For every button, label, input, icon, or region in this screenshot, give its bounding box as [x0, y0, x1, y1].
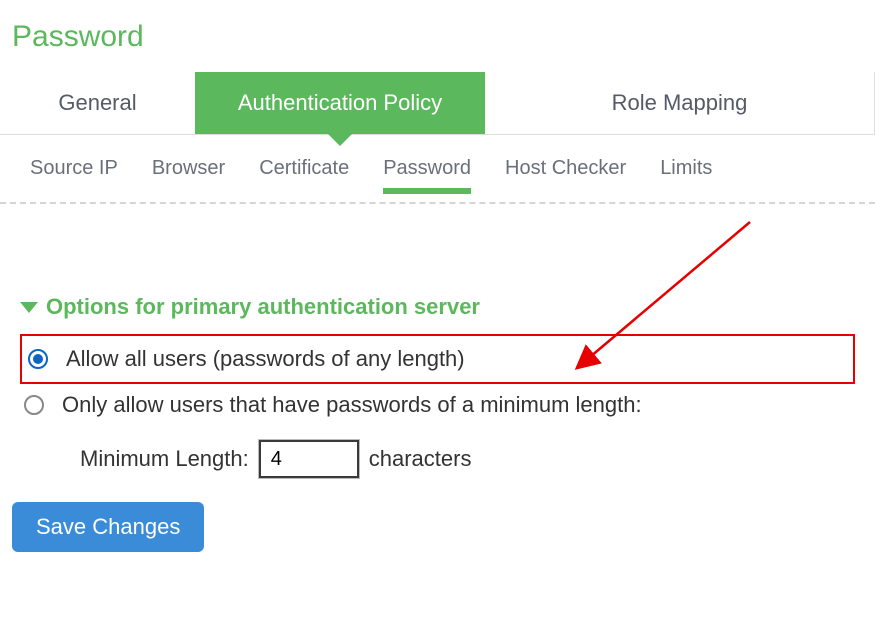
page-title: Password: [0, 0, 875, 72]
radio-min-length[interactable]: Only allow users that have passwords of …: [20, 384, 855, 426]
tab-general[interactable]: General: [0, 72, 195, 134]
min-length-suffix: characters: [369, 446, 472, 472]
min-length-row: Minimum Length: characters: [80, 440, 855, 478]
tab-authentication-policy[interactable]: Authentication Policy: [195, 72, 485, 134]
radio-allow-all[interactable]: Allow all users (passwords of any length…: [24, 338, 851, 380]
sub-tabs: Source IP Browser Certificate Password H…: [0, 135, 875, 204]
radio-icon: [28, 349, 48, 369]
section-header-text: Options for primary authentication serve…: [46, 294, 480, 320]
min-length-label: Minimum Length:: [80, 446, 249, 472]
radio-allow-all-label: Allow all users (passwords of any length…: [66, 346, 465, 372]
chevron-down-icon: [20, 300, 38, 314]
subtab-limits[interactable]: Limits: [660, 157, 712, 192]
radio-icon: [24, 395, 44, 415]
subtab-certificate[interactable]: Certificate: [259, 157, 349, 192]
content-area: Options for primary authentication serve…: [0, 204, 875, 552]
subtab-host-checker[interactable]: Host Checker: [505, 157, 626, 192]
section-toggle-primary-auth[interactable]: Options for primary authentication serve…: [20, 294, 855, 320]
primary-tabs: General Authentication Policy Role Mappi…: [0, 72, 875, 135]
highlight-allow-all: Allow all users (passwords of any length…: [20, 334, 855, 384]
radio-min-length-label: Only allow users that have passwords of …: [62, 392, 642, 418]
tab-role-mapping[interactable]: Role Mapping: [485, 72, 875, 134]
save-changes-button[interactable]: Save Changes: [12, 502, 204, 552]
subtab-source-ip[interactable]: Source IP: [30, 157, 118, 192]
subtab-password[interactable]: Password: [383, 157, 471, 192]
subtab-browser[interactable]: Browser: [152, 157, 225, 192]
min-length-input[interactable]: [259, 440, 359, 478]
